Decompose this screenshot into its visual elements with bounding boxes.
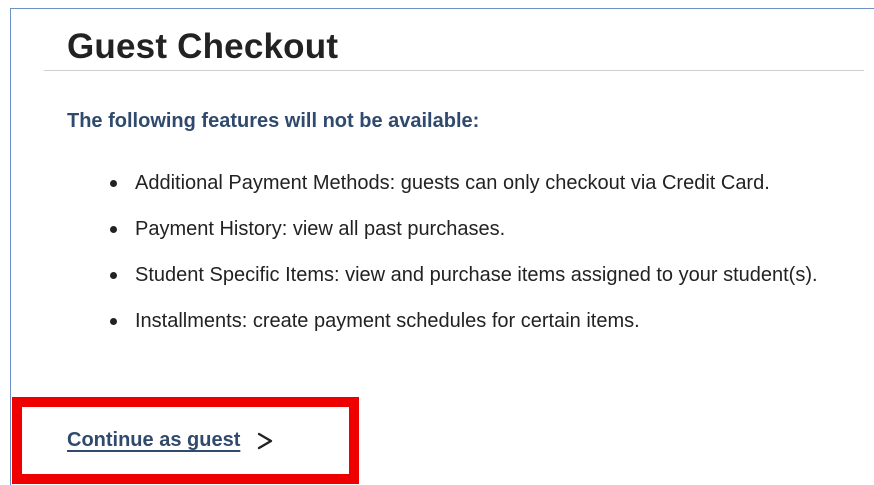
continue-as-guest-label: Continue as guest: [67, 429, 241, 451]
title-divider: [44, 70, 864, 71]
bullet-icon: [110, 180, 117, 187]
feature-item-installments: Installments: create payment schedules f…: [107, 308, 842, 334]
feature-item-payment-history: Payment History: view all past purchases…: [107, 216, 842, 242]
feature-item-payment-methods: Additional Payment Methods: guests can o…: [107, 170, 842, 196]
feature-text: Payment History: view all past purchases…: [135, 218, 506, 240]
page-title: Guest Checkout: [67, 27, 339, 66]
feature-text: Installments: create payment schedules f…: [135, 310, 640, 332]
feature-text: Student Specific Items: view and purchas…: [135, 264, 818, 286]
chevron-right-icon: [258, 432, 273, 449]
feature-text: Additional Payment Methods: guests can o…: [135, 172, 770, 194]
bullet-icon: [110, 226, 117, 233]
feature-item-student-items: Student Specific Items: view and purchas…: [107, 262, 842, 288]
bullet-icon: [110, 272, 117, 279]
unavailable-features-heading: The following features will not be avail…: [67, 110, 480, 132]
bullet-icon: [110, 318, 117, 325]
unavailable-features-list: Additional Payment Methods: guests can o…: [107, 170, 842, 334]
continue-as-guest-link[interactable]: Continue as guest: [67, 429, 274, 452]
